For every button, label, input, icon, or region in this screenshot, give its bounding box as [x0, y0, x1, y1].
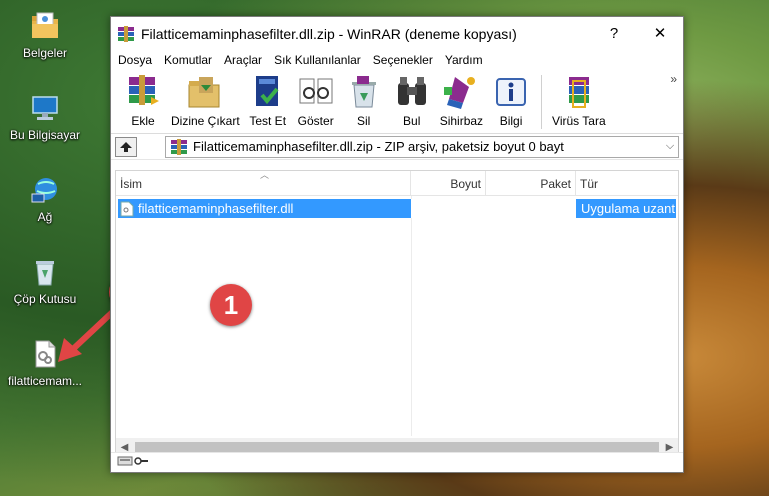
file-name: filatticemaminphasefilter.dll [138, 201, 294, 216]
menu-sik-kullanilanlar[interactable]: Sık Kullanılanlar [274, 53, 361, 67]
add-button-label: Ekle [131, 114, 155, 128]
scroll-left-icon[interactable]: ◀ [116, 442, 133, 453]
info-button-label: Bilgi [499, 114, 523, 128]
extract-to-icon [185, 73, 225, 111]
delete-button[interactable]: Sil [340, 73, 388, 128]
address-bar: Filatticemaminphasefilter.dll.zip - ZIP … [111, 134, 683, 160]
view-icon [296, 73, 336, 111]
column-name[interactable]: ︿ İsim [116, 170, 411, 195]
toolbar-separator [541, 75, 543, 129]
zip-archive-icon [170, 138, 188, 155]
up-one-level-button[interactable] [115, 136, 137, 157]
menu-araclar[interactable]: Araçlar [224, 53, 262, 67]
file-type: Uygulama uzantısı [576, 199, 676, 218]
desktop-icon-documents[interactable]: Belgeler [0, 10, 90, 60]
delete-icon [344, 73, 384, 111]
virus-scan-icon [559, 73, 599, 111]
test-icon [248, 73, 288, 111]
test-button[interactable]: Test Et [244, 73, 292, 128]
view-button[interactable]: Göster [292, 73, 340, 128]
add-archive-icon [123, 73, 163, 111]
dll-file-icon [120, 201, 134, 217]
find-button[interactable]: Bul [388, 73, 436, 128]
column-packed-label: Paket [540, 177, 571, 191]
column-type[interactable]: Tür [576, 171, 678, 195]
menu-yardim[interactable]: Yardım [445, 53, 483, 67]
extract-to-button-label: Dizine Çıkart [171, 114, 240, 128]
toolbar: Ekle Dizine Çıkart Test Et Göster Sil Bu… [111, 70, 683, 134]
desktop-icon-recycle-bin[interactable]: Çöp Kutusu [0, 256, 90, 306]
file-row[interactable]: filatticemaminphasefilter.dll Uygulama u… [118, 199, 676, 218]
drive-key-icon[interactable] [117, 455, 149, 470]
desktop-icon-label: Belgeler [22, 46, 68, 60]
scroll-right-icon[interactable]: ▶ [661, 442, 678, 453]
archive-path-text: Filatticemaminphasefilter.dll.zip - ZIP … [193, 139, 564, 154]
column-divider [411, 196, 412, 436]
virus-scan-button-label: Virüs Tara [552, 114, 606, 128]
window-title: Filatticemaminphasefilter.dll.zip - WinR… [141, 25, 517, 42]
documents-folder-icon [29, 10, 61, 42]
status-bar [111, 452, 683, 472]
info-icon [491, 73, 531, 111]
desktop-icon-network[interactable]: Ağ [0, 174, 90, 224]
file-size-packed-cells [411, 199, 576, 218]
network-icon [29, 174, 61, 206]
winrar-app-icon [117, 25, 135, 42]
scrollbar-thumb[interactable] [135, 442, 659, 452]
find-icon [392, 73, 432, 111]
recycle-bin-icon [29, 256, 61, 288]
computer-icon [29, 92, 61, 124]
file-list: ︿ İsim Boyut Paket Tür filatticemaminpha… [115, 170, 679, 457]
dll-file-icon [29, 338, 61, 370]
help-button[interactable]: ? [591, 17, 637, 50]
desktop-icon-this-pc[interactable]: Bu Bilgisayar [0, 92, 90, 142]
view-button-label: Göster [297, 114, 334, 128]
info-button[interactable]: Bilgi [487, 73, 535, 128]
title-bar: Filatticemaminphasefilter.dll.zip - WinR… [111, 17, 683, 50]
archive-path-dropdown[interactable]: Filatticemaminphasefilter.dll.zip - ZIP … [165, 135, 679, 158]
desktop-icon-dll-file[interactable]: filatticemam... [0, 338, 90, 388]
desktop-icon-label: Ağ [37, 210, 53, 224]
column-name-label: İsim [120, 177, 142, 191]
desktop-icon-label: Bu Bilgisayar [9, 128, 81, 142]
column-type-label: Tür [580, 177, 598, 191]
test-button-label: Test Et [249, 114, 287, 128]
column-packed[interactable]: Paket [486, 171, 576, 195]
find-button-label: Bul [403, 114, 421, 128]
toolbar-overflow-button[interactable]: » [670, 72, 677, 86]
add-button[interactable]: Ekle [119, 73, 167, 128]
delete-button-label: Sil [357, 114, 371, 128]
up-arrow-icon [120, 141, 132, 152]
desktop-icon-label: Çöp Kutusu [13, 292, 77, 306]
extract-to-button[interactable]: Dizine Çıkart [167, 73, 244, 128]
file-list-header: ︿ İsim Boyut Paket Tür [116, 170, 678, 196]
menu-komutlar[interactable]: Komutlar [164, 53, 212, 67]
wizard-button[interactable]: Sihirbaz [436, 73, 487, 128]
close-button[interactable]: ✕ [637, 17, 683, 50]
annotation-badge-1: 1 [210, 284, 252, 326]
virus-scan-button[interactable]: Virüs Tara [548, 73, 610, 128]
column-size[interactable]: Boyut [411, 171, 486, 195]
desktop-icon-label: filatticemam... [7, 374, 82, 388]
column-size-label: Boyut [450, 177, 481, 191]
chevron-down-icon: ⌵ [665, 140, 675, 152]
menu-dosya[interactable]: Dosya [118, 53, 152, 67]
menu-bar: Dosya Komutlar Araçlar Sık Kullanılanlar… [111, 50, 683, 70]
wizard-button-label: Sihirbaz [439, 114, 484, 128]
menu-secenekler[interactable]: Seçenekler [373, 53, 433, 67]
sort-ascending-icon: ︿ [260, 170, 270, 180]
wizard-icon [441, 73, 481, 111]
